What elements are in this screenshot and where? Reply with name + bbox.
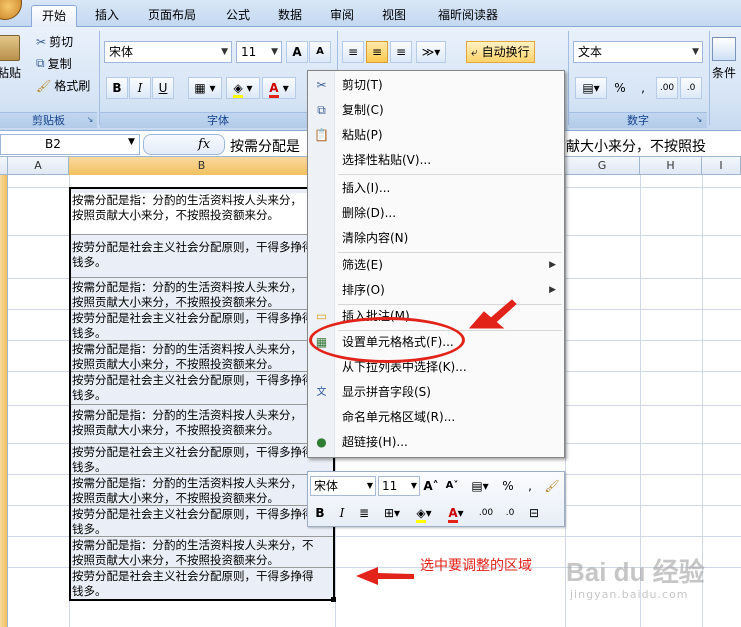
annotation-arrows: [356, 299, 517, 585]
annotation-text: 选中要调整的区域: [420, 558, 532, 574]
arrow-to-selection: [356, 567, 414, 585]
watermark: Bai du 经验 jingyan.baidu.com: [566, 552, 736, 612]
arrow-to-format-cells: [468, 299, 517, 329]
watermark-logo: Bai du 经验: [566, 557, 705, 587]
watermark-url: jingyan.baidu.com: [570, 588, 689, 601]
